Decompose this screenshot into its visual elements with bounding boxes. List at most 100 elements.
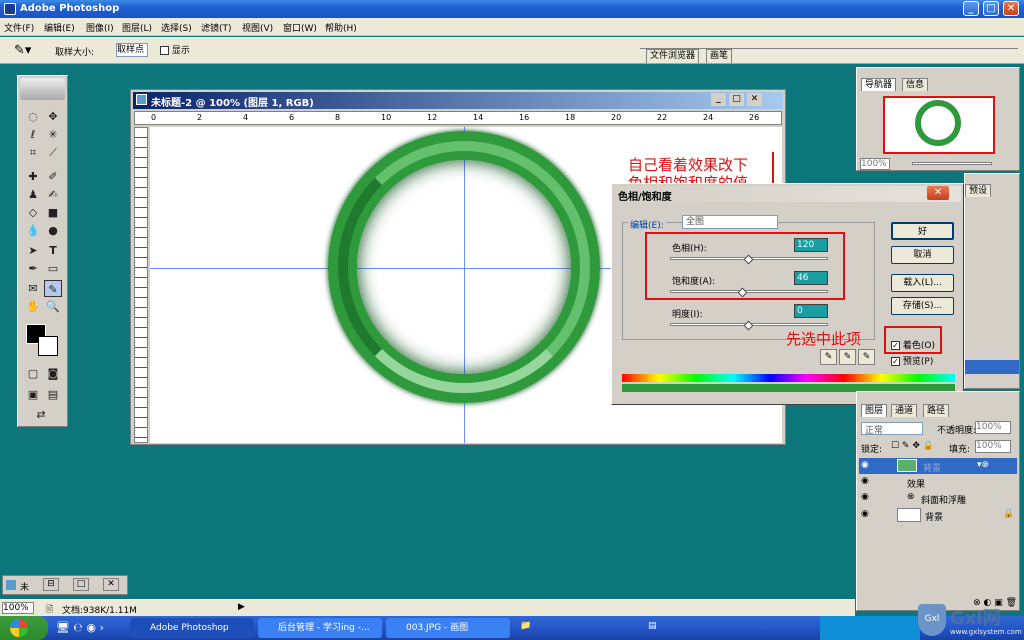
app-titlebar: Adobe Photoshop _ □ ✕ <box>0 0 1024 18</box>
doc-minimize-button[interactable]: _ <box>711 93 726 106</box>
zoom-tool-icon[interactable]: 🔍 <box>44 298 62 315</box>
preview-checkbox[interactable]: ✓ 预览(P) <box>891 354 933 367</box>
eyedropper-minus-button[interactable]: ✎ <box>858 349 875 365</box>
tab-layers[interactable]: 图层 <box>861 404 888 417</box>
slice-tool-icon[interactable]: ⟋ <box>44 144 62 161</box>
navigator-preview[interactable] <box>883 96 995 154</box>
path-select-icon[interactable]: ➤ <box>24 242 42 259</box>
navigator-zoom-slider[interactable] <box>912 162 992 165</box>
taskbar-item-paint[interactable]: 003.JPG - 画图 <box>386 618 510 638</box>
quickmask-mode-icon[interactable]: ◙ <box>44 365 62 382</box>
history-brush-icon[interactable]: ✍ <box>44 186 62 203</box>
marquee-tool-icon[interactable]: ◌ <box>24 108 42 125</box>
shape-tool-icon[interactable]: ▭ <box>44 260 62 277</box>
menu-item-6[interactable]: 视图(V) <box>242 21 273 34</box>
tab-file-browser[interactable]: 文件浏览器 <box>646 49 700 63</box>
menu-item-2[interactable]: 图像(I) <box>86 21 114 34</box>
history-selected-row[interactable] <box>965 360 1019 374</box>
pen-tool-icon[interactable]: ✒ <box>24 260 42 277</box>
dialog-close-button[interactable]: ✕ <box>927 186 949 200</box>
lightness-field[interactable]: 0 <box>794 304 828 318</box>
mini-restore-button[interactable]: □ <box>73 578 89 591</box>
maximize-button[interactable]: □ <box>983 1 999 16</box>
edit-select[interactable]: 全图 <box>682 215 778 229</box>
taskbar-item-photoshop[interactable]: Adobe Photoshop <box>130 618 254 638</box>
opacity-field[interactable]: 100% <box>975 421 1011 434</box>
blend-mode-select[interactable]: 正常 <box>861 422 923 436</box>
brush-tool-icon[interactable]: ✐ <box>44 168 62 185</box>
folder-icon[interactable]: 📁 <box>520 621 531 631</box>
load-button[interactable]: 载入(L)... <box>891 274 954 292</box>
tab-channels[interactable]: 通道 <box>891 404 918 417</box>
close-button[interactable]: ✕ <box>1003 1 1019 16</box>
move-tool-icon[interactable]: ✥ <box>44 108 62 125</box>
save-button[interactable]: 存储(S)... <box>891 297 954 315</box>
horizontal-ruler[interactable]: 0 2 4 6 8 10 12 14 16 18 20 22 24 26 <box>134 111 782 125</box>
tab-presets[interactable]: 预设 <box>965 184 992 197</box>
quicklaunch-icons[interactable]: 🖥 ℮ ◉ › <box>56 621 104 634</box>
crop-tool-icon[interactable]: ⌗ <box>24 144 42 161</box>
document-titlebar[interactable]: 未标题-2 @ 100% (图层 1, RGB) _ □ ✕ <box>133 92 783 109</box>
start-button[interactable] <box>0 616 48 640</box>
lock-icons[interactable]: ☐ ✎ ✥ 🔒 <box>891 441 934 451</box>
menu-item-3[interactable]: 图层(L) <box>122 21 152 34</box>
background-color-swatch[interactable] <box>38 336 58 356</box>
eye-icon[interactable]: ◉ <box>861 492 869 502</box>
minimize-button[interactable]: _ <box>963 1 979 16</box>
tab-navigator[interactable]: 导航器 <box>861 78 897 91</box>
mini-close-button[interactable]: ✕ <box>103 578 119 591</box>
lasso-tool-icon[interactable]: ℓ <box>24 126 42 143</box>
menu-item-0[interactable]: 文件(F) <box>4 21 34 34</box>
menu-item-8[interactable]: 帮助(H) <box>325 21 357 34</box>
eye-icon[interactable]: ◉ <box>861 460 869 470</box>
menu-item-4[interactable]: 选择(S) <box>161 21 192 34</box>
layer-row-bevel[interactable]: ◉ ⊗ 斜面和浮雕 <box>859 491 1017 506</box>
blur-tool-icon[interactable]: 💧 <box>24 222 42 239</box>
layer-row-background[interactable]: ◉ 背景 🔒 <box>859 507 1017 523</box>
mini-minimize-button[interactable]: ⊟ <box>43 578 59 591</box>
eraser-tool-icon[interactable]: ◇ <box>24 204 42 221</box>
vertical-ruler[interactable] <box>134 127 148 443</box>
gradient-tool-icon[interactable]: ■ <box>44 204 62 221</box>
tab-info[interactable]: 信息 <box>902 78 929 91</box>
doc-maximize-button[interactable]: □ <box>729 93 744 106</box>
doc-close-button[interactable]: ✕ <box>747 93 762 106</box>
imageready-icon[interactable]: ⇄ <box>32 406 50 423</box>
eye-icon[interactable]: ◉ <box>861 509 869 519</box>
status-arrow-icon[interactable]: ▶ <box>238 602 245 612</box>
standard-mode-icon[interactable]: ▢ <box>24 365 42 382</box>
ok-button[interactable]: 好 <box>891 222 954 240</box>
status-zoom[interactable]: 100% <box>2 602 34 614</box>
menu-item-5[interactable]: 滤镜(T) <box>201 21 232 34</box>
navigator-zoom[interactable]: 100% <box>860 158 890 170</box>
minimized-doc-window[interactable]: 未 ⊟ □ ✕ <box>2 575 128 595</box>
clone-stamp-icon[interactable]: ♟ <box>24 186 42 203</box>
eyedropper-button[interactable]: ✎ <box>820 349 837 365</box>
fill-field[interactable]: 100% <box>975 440 1011 453</box>
dialog-titlebar[interactable]: 色相/饱和度 ✕ <box>614 186 961 203</box>
notes-tool-icon[interactable]: ✉ <box>24 280 42 297</box>
type-tool-icon[interactable]: T <box>44 242 62 259</box>
cancel-button[interactable]: 取消 <box>891 246 954 264</box>
healing-brush-icon[interactable]: ✚ <box>24 168 42 185</box>
show-checkbox[interactable]: 显示 <box>160 43 190 56</box>
fx-icon[interactable]: ▾⊗ <box>977 460 989 470</box>
fullscreen-mode-icon[interactable]: ▤ <box>44 386 62 403</box>
screen-mode-icon[interactable]: ▣ <box>24 386 42 403</box>
sample-size-select[interactable]: 取样点 <box>116 43 148 57</box>
menu-item-1[interactable]: 编辑(E) <box>44 21 75 34</box>
layer-row-active[interactable]: ◉ 背景 ▾⊗ <box>859 458 1017 474</box>
tab-brushes[interactable]: 画笔 <box>706 49 733 63</box>
eyedropper-plus-button[interactable]: ✎ <box>839 349 856 365</box>
eye-icon[interactable]: ◉ <box>861 476 869 486</box>
magic-wand-icon[interactable]: ✳ <box>44 126 62 143</box>
layer-row-effects[interactable]: ◉ 效果 <box>859 475 1017 490</box>
tray-icon[interactable]: ▤ <box>648 621 657 631</box>
hand-tool-icon[interactable]: ✋ <box>24 298 42 315</box>
menu-item-7[interactable]: 窗口(W) <box>283 21 317 34</box>
dodge-tool-icon[interactable]: ● <box>44 222 62 239</box>
eyedropper-tool-icon[interactable]: ✎▾ <box>14 43 31 58</box>
taskbar-item-browser[interactable]: 后台管理 - 学习ing -... <box>258 618 382 638</box>
eyedropper-icon[interactable]: ✎ <box>44 280 62 297</box>
tab-paths[interactable]: 路径 <box>923 404 950 417</box>
